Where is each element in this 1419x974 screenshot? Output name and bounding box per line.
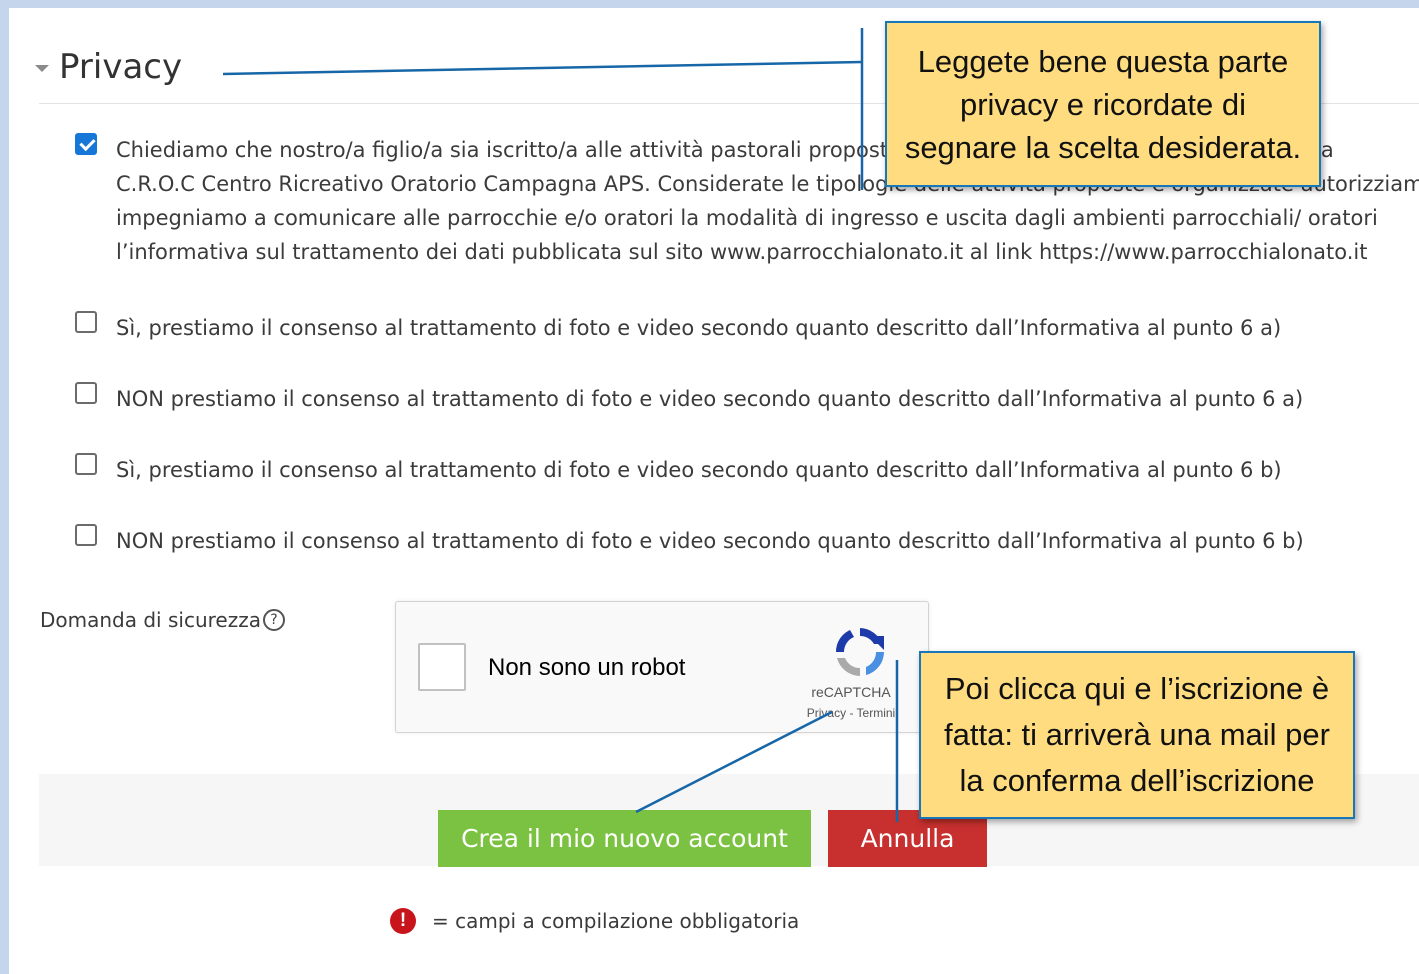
consent-6a-yes-label: Sì, prestiamo il consenso al trattamento… [116, 316, 1282, 340]
consent-option-6b-no[interactable]: NON prestiamo il consenso al trattamento… [75, 524, 1304, 558]
security-question-label: Domanda di sicurezza ? [40, 608, 285, 632]
consent-option-6b-yes[interactable]: Sì, prestiamo il consenso al trattamento… [75, 453, 1282, 487]
required-note-text: = campi a compilazione obbligatoria [432, 909, 800, 933]
recaptcha-widget: Non sono un robot reCAPTCHA Privacy - Te… [395, 601, 929, 733]
consent-option-6a-no[interactable]: NON prestiamo il consenso al trattamento… [75, 382, 1303, 416]
recaptcha-links[interactable]: Privacy - Termini [776, 706, 926, 720]
consent-6b-yes-label: Sì, prestiamo il consenso al trattamento… [116, 458, 1282, 482]
consent-6a-yes-checkbox[interactable] [75, 311, 97, 333]
consent-enrollment-checkbox[interactable] [75, 133, 97, 155]
recaptcha-brand: reCAPTCHA [811, 684, 891, 700]
privacy-callout-text: Leggete bene questa parte privacy e rico… [904, 43, 1302, 165]
submit-callout-text: Poi clicca qui e l’iscrizione è fatta: t… [944, 671, 1330, 798]
privacy-section-header[interactable]: Privacy [35, 44, 182, 90]
consent-6a-no-label: NON prestiamo il consenso al trattamento… [116, 387, 1304, 411]
submit-callout: Poi clicca qui e l’iscrizione è fatta: t… [919, 651, 1355, 819]
security-question-text: Domanda di sicurezza [40, 608, 261, 632]
required-icon: ! [390, 908, 416, 934]
recaptcha-checkbox[interactable] [418, 643, 466, 691]
consent-6b-no-checkbox[interactable] [75, 524, 97, 546]
privacy-callout: Leggete bene questa parte privacy e rico… [885, 21, 1321, 187]
consent-6b-yes-checkbox[interactable] [75, 453, 97, 475]
caret-down-icon[interactable] [35, 65, 49, 72]
consent-option-6a-yes[interactable]: Sì, prestiamo il consenso al trattamento… [75, 311, 1281, 345]
recaptcha-logo-icon [835, 628, 884, 676]
help-icon[interactable]: ? [262, 609, 285, 631]
consent-line-4: l’informativa sul trattamento dei dati p… [116, 240, 1368, 264]
consent-6b-no-label: NON prestiamo il consenso al trattamento… [116, 529, 1304, 553]
recaptcha-label: Non sono un robot [488, 654, 686, 681]
required-fields-note: ! = campi a compilazione obbligatoria [390, 908, 799, 934]
create-account-button[interactable]: Crea il mio nuovo account [438, 810, 811, 867]
consent-6a-no-checkbox[interactable] [75, 382, 97, 404]
consent-line-3: impegniamo a comunicare alle parrocchie … [116, 206, 1378, 230]
privacy-section-title: Privacy [59, 47, 183, 87]
